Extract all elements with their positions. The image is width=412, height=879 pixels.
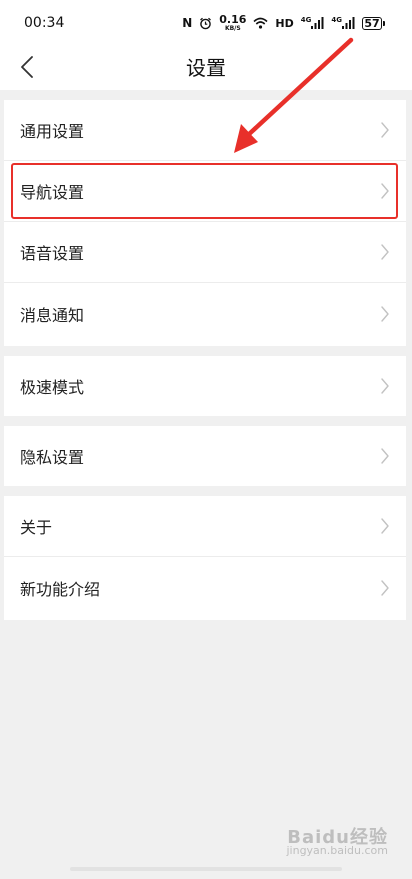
chevron-right-icon [381,579,389,596]
settings-group-about: 关于 新功能介绍 [4,496,406,620]
settings-item-privacy[interactable]: 隐私设置 [4,426,406,486]
settings-item-fast-mode[interactable]: 极速模式 [4,356,406,416]
net-speed-unit: KB/S [224,25,241,32]
alarm-icon [199,17,212,30]
settings-item-general[interactable]: 通用设置 [4,100,406,161]
chevron-right-icon [381,305,389,322]
signal-4g-label: 4G [331,16,342,24]
wifi-icon [253,17,268,29]
net-speed-value: 0.16 [219,13,247,26]
settings-item-about[interactable]: 关于 [4,496,406,557]
chevron-right-icon [381,518,389,534]
settings-group-privacy: 隐私设置 [4,426,406,486]
net-speed-indicator: 0.16 KB/S [219,14,246,32]
chevron-right-icon [381,122,389,138]
watermark-sub: jingyan.baidu.com [286,844,388,857]
watermark: Baidu经验 jingyan.baidu.com [286,827,388,858]
settings-item-label: 关于 [20,518,53,537]
settings-item-notifications[interactable]: 消息通知 [4,283,406,344]
chevron-right-icon [381,448,389,464]
signal-4g-icon: 4G [331,17,355,29]
signal-4g-icon: 4G [301,17,325,29]
settings-item-label: 导航设置 [20,183,85,202]
settings-item-whats-new[interactable]: 新功能介绍 [4,557,406,618]
settings-item-label: 消息通知 [20,305,85,325]
settings-item-navigation[interactable]: 导航设置 [4,161,406,222]
chevron-right-icon [381,183,389,199]
page-title: 设置 [186,56,226,80]
settings-item-label: 语音设置 [20,244,85,263]
settings-item-label: 新功能介绍 [20,579,101,599]
chevron-right-icon [381,244,389,260]
settings-item-voice[interactable]: 语音设置 [4,222,406,283]
status-bar: 00:34 N 0.16 KB/S HD 4G 4G 57 [0,0,412,44]
signal-4g-label: 4G [300,16,312,24]
settings-item-label: 隐私设置 [20,448,85,467]
status-time: 00:34 [24,15,65,31]
gesture-bar[interactable] [70,867,342,871]
chevron-right-icon [381,378,389,394]
settings-group-speed: 极速模式 [4,356,406,416]
watermark-main: Baidu经验 [287,827,388,848]
hd-icon: HD [275,16,294,30]
header: 设置 [0,44,412,90]
settings-item-label: 通用设置 [20,122,85,141]
status-icons: N 0.16 KB/S HD 4G 4G 57 [182,14,385,32]
settings-item-label: 极速模式 [20,378,85,397]
battery-icon: 57 [362,16,385,30]
settings-group-main: 通用设置 导航设置 语音设置 消息通知 [4,100,406,346]
nfc-icon: N [182,16,193,30]
